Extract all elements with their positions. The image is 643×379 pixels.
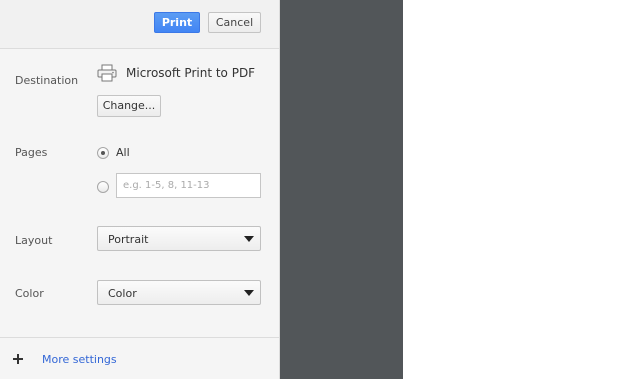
color-select-value: Color <box>108 287 137 300</box>
color-label: Color <box>15 287 44 300</box>
layout-select[interactable]: Portrait <box>97 226 261 251</box>
pages-all-radio[interactable] <box>97 147 109 159</box>
layout-select-value: Portrait <box>108 233 149 246</box>
destination-printer-name: Microsoft Print to PDF <box>126 66 256 80</box>
dropdown-arrow-icon <box>244 236 254 242</box>
more-settings-footer: More settings <box>0 337 279 379</box>
pages-custom-radio[interactable] <box>97 181 109 193</box>
dropdown-arrow-icon <box>244 290 254 296</box>
cancel-button[interactable]: Cancel <box>208 12 261 33</box>
print-settings-sidebar: Print Cancel Destination Microsoft Print… <box>0 0 280 379</box>
print-header: Print Cancel <box>0 0 279 49</box>
preview-page <box>403 0 643 379</box>
layout-label: Layout <box>15 234 53 247</box>
print-preview-area <box>280 0 403 379</box>
more-settings-link[interactable]: More settings <box>42 353 117 366</box>
radio-selected-dot <box>101 151 105 155</box>
change-destination-button[interactable]: Change... <box>97 95 161 117</box>
pages-label: Pages <box>15 146 48 159</box>
plus-icon[interactable] <box>13 354 23 364</box>
destination-label: Destination <box>15 74 79 87</box>
pages-custom-input[interactable] <box>116 173 261 198</box>
pages-all-label[interactable]: All <box>116 146 130 159</box>
color-select[interactable]: Color <box>97 280 261 305</box>
print-button[interactable]: Print <box>154 12 200 33</box>
printer-icon <box>97 64 117 82</box>
